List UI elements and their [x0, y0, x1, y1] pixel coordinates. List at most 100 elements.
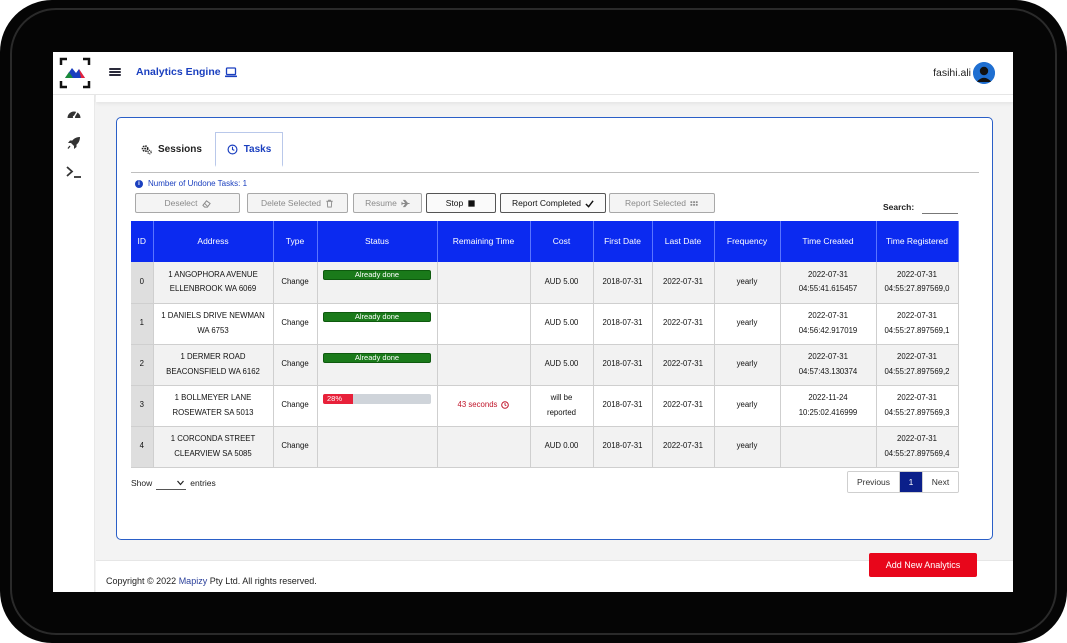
- pagination-next-button[interactable]: Next: [922, 472, 958, 492]
- cell-address: 1 ANGOPHORA AVENUE ELLENBROOK WA 6069: [153, 262, 274, 304]
- cell-time-created: 2022-07-31 04:56:42.917019: [780, 303, 877, 345]
- stop-button[interactable]: Stop: [426, 193, 496, 213]
- pagination-previous-button[interactable]: Previous: [848, 472, 900, 492]
- resume-label: Resume: [365, 198, 397, 208]
- clock-icon: [227, 144, 238, 154]
- cell-type: Change: [273, 344, 318, 386]
- cell-id: 1: [131, 303, 154, 345]
- add-new-analytics-button[interactable]: Add New Analytics: [869, 553, 977, 577]
- laptop-icon: [224, 66, 237, 77]
- table-row[interactable]: 2 1 DERMER ROAD BEACONSFIELD WA 6162 Chan…: [131, 344, 959, 386]
- app-title[interactable]: Analytics Engine: [136, 66, 237, 78]
- cell-frequency: yearly: [714, 344, 781, 386]
- cell-type: Change: [273, 385, 318, 427]
- dashboard-gauge-icon[interactable]: [66, 107, 82, 121]
- deselect-label: Deselect: [164, 198, 198, 208]
- column-header-address[interactable]: Address: [153, 221, 274, 262]
- cell-address: 1 DERMER ROAD BEACONSFIELD WA 6162: [153, 344, 274, 386]
- clock-icon: [501, 401, 510, 410]
- cell-status: Already done: [317, 344, 438, 386]
- cell-cost: will be reported: [530, 385, 594, 427]
- trash-icon: [326, 199, 333, 208]
- cell-type: Change: [273, 262, 318, 304]
- column-header-type[interactable]: Type: [273, 221, 318, 262]
- tab-tasks[interactable]: Tasks: [215, 132, 283, 167]
- cell-last-date: 2022-07-31: [652, 385, 715, 427]
- column-header-remaining-time[interactable]: Remaining Time: [437, 221, 531, 262]
- delete-selected-button[interactable]: Delete Selected: [247, 193, 348, 213]
- deselect-button[interactable]: Deselect: [135, 193, 240, 213]
- cell-time-created: 2022-11-24 10:25:02.416999: [780, 385, 877, 427]
- menu-toggle-icon[interactable]: [109, 66, 121, 78]
- cell-type: Change: [273, 426, 318, 468]
- show-label: Show: [131, 478, 153, 488]
- remaining-time-text: 43 seconds: [457, 400, 498, 410]
- cell-frequency: yearly: [714, 426, 781, 468]
- cell-status: [317, 426, 438, 468]
- tasks-table-container: ID Address Type Status Remaining Time Co…: [131, 221, 959, 468]
- table-row[interactable]: 4 1 CORCONDA STREET CLEARVIEW SA 5085 Cha…: [131, 426, 959, 468]
- table-row[interactable]: 1 1 DANIELS DRIVE NEWMAN WA 6753 Change A…: [131, 303, 959, 345]
- stop-label: Stop: [445, 198, 464, 208]
- report-completed-button[interactable]: Report Completed: [500, 193, 606, 213]
- column-header-time-created[interactable]: Time Created: [780, 221, 877, 262]
- column-header-status[interactable]: Status: [317, 221, 438, 262]
- cell-time-created: [780, 426, 877, 468]
- cell-time-registered: 2022-07-31 04:55:27.897569,0: [876, 262, 959, 304]
- pagination-page-1[interactable]: 1: [900, 472, 922, 492]
- delete-selected-label: Delete Selected: [260, 198, 321, 208]
- cell-remaining-time: [437, 262, 531, 304]
- column-header-id[interactable]: ID: [131, 221, 154, 262]
- copyright-text: Copyright © 2022 Mapizy Pty Ltd. All rig…: [106, 576, 317, 586]
- cell-address: 1 DANIELS DRIVE NEWMAN WA 6753: [153, 303, 274, 345]
- column-header-first-date[interactable]: First Date: [593, 221, 653, 262]
- status-badge: Already done: [323, 311, 431, 322]
- resume-button[interactable]: Resume: [353, 193, 422, 213]
- status-badge: Already done: [323, 270, 431, 281]
- remaining-time: 43 seconds: [458, 398, 510, 412]
- cell-last-date: 2022-07-31: [652, 303, 715, 345]
- status-badge: Already done: [323, 352, 431, 363]
- cell-time-registered: 2022-07-31 04:55:27.897569,3: [876, 385, 959, 427]
- search-input[interactable]: [922, 201, 958, 214]
- mapizy-logo[interactable]: [58, 56, 92, 90]
- cell-frequency: yearly: [714, 303, 781, 345]
- tab-sessions[interactable]: Sessions: [131, 132, 212, 166]
- cell-id: 2: [131, 344, 154, 386]
- column-header-time-registered[interactable]: Time Registered: [876, 221, 959, 262]
- report-selected-button[interactable]: Report Selected: [609, 193, 715, 213]
- cell-cost: AUD 0.00: [530, 426, 594, 468]
- cell-remaining-time: 43 seconds: [437, 385, 531, 427]
- progress-bar-fill: 28%: [323, 393, 354, 404]
- user-name[interactable]: fasihi.ali: [933, 67, 971, 79]
- cell-frequency: yearly: [714, 262, 781, 304]
- eraser-icon: [201, 199, 211, 208]
- screen: Analytics Engine fasihi.ali Sessions Tas…: [53, 52, 1013, 592]
- terminal-icon[interactable]: [66, 165, 82, 179]
- entries-select[interactable]: [156, 476, 187, 490]
- tab-bar: Sessions Tasks: [131, 132, 979, 173]
- table-row[interactable]: 3 1 BOLLMEYER LANE ROSEWATER SA 5013 Chan…: [131, 385, 959, 427]
- undone-tasks-notice: i Number of Undone Tasks: 1: [135, 179, 247, 188]
- user-avatar[interactable]: [973, 62, 995, 84]
- cell-time-registered: 2022-07-31 04:55:27.897569,4: [876, 426, 959, 468]
- undone-tasks-text: Number of Undone Tasks: 1: [148, 179, 248, 188]
- cell-id: 3: [131, 385, 154, 427]
- cell-id: 4: [131, 426, 154, 468]
- copyright-brand[interactable]: Mapizy: [179, 576, 208, 586]
- sidebar: [53, 95, 95, 592]
- cell-last-date: 2022-07-31: [652, 262, 715, 304]
- cell-first-date: 2018-07-31: [593, 303, 653, 345]
- cell-first-date: 2018-07-31: [593, 262, 653, 304]
- column-header-frequency[interactable]: Frequency: [714, 221, 781, 262]
- list-icon: [690, 200, 698, 206]
- tab-tasks-label: Tasks: [243, 143, 272, 155]
- column-header-last-date[interactable]: Last Date: [652, 221, 715, 262]
- cell-cost: AUD 5.00: [530, 303, 594, 345]
- cell-first-date: 2018-07-31: [593, 426, 653, 468]
- cell-type: Change: [273, 303, 318, 345]
- column-header-cost[interactable]: Cost: [530, 221, 594, 262]
- rocket-icon[interactable]: [66, 136, 82, 150]
- plane-icon: [401, 199, 410, 207]
- table-row[interactable]: 0 1 ANGOPHORA AVENUE ELLENBROOK WA 6069 C…: [131, 262, 959, 304]
